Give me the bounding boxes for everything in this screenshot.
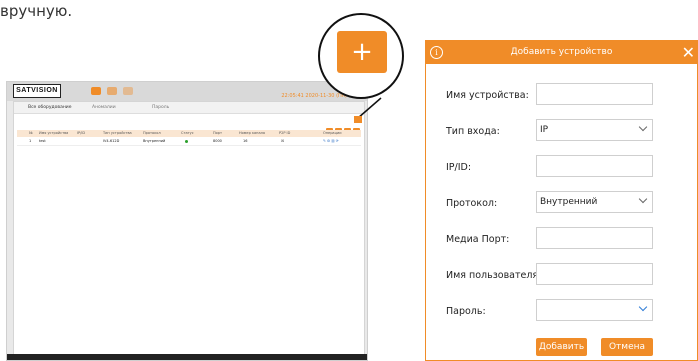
protocol-label: Протокол:	[446, 198, 498, 209]
dialog-header: i Добавить устройство ✕	[426, 41, 697, 64]
close-icon[interactable]: ✕	[682, 41, 695, 64]
protocol-select[interactable]: Внутренний	[536, 191, 653, 213]
device-name-input[interactable]	[536, 83, 653, 105]
input-type-select[interactable]: IP	[536, 119, 653, 141]
chevron-down-icon	[638, 194, 648, 204]
device-name-label: Имя устройства:	[446, 90, 529, 101]
ip-id-input[interactable]	[536, 155, 653, 177]
input-type-label: Тип входа:	[446, 126, 500, 137]
dialog-title: Добавить устройство	[510, 47, 613, 57]
ip-id-label: IP/ID:	[446, 162, 472, 173]
password-label: Пароль:	[446, 306, 486, 317]
chevron-down-icon	[638, 122, 648, 132]
password-input[interactable]	[536, 299, 653, 321]
username-label: Имя пользователя:	[446, 270, 542, 281]
media-port-label: Медиа Порт:	[446, 234, 510, 245]
add-device-dialog: i Добавить устройство ✕ Имя устройства: …	[425, 40, 698, 361]
add-button[interactable]: Добавить	[536, 338, 587, 356]
cancel-button[interactable]: Отмена	[601, 338, 653, 356]
chevron-down-icon	[638, 302, 648, 312]
username-input[interactable]	[536, 263, 653, 285]
media-port-input[interactable]	[536, 227, 653, 249]
